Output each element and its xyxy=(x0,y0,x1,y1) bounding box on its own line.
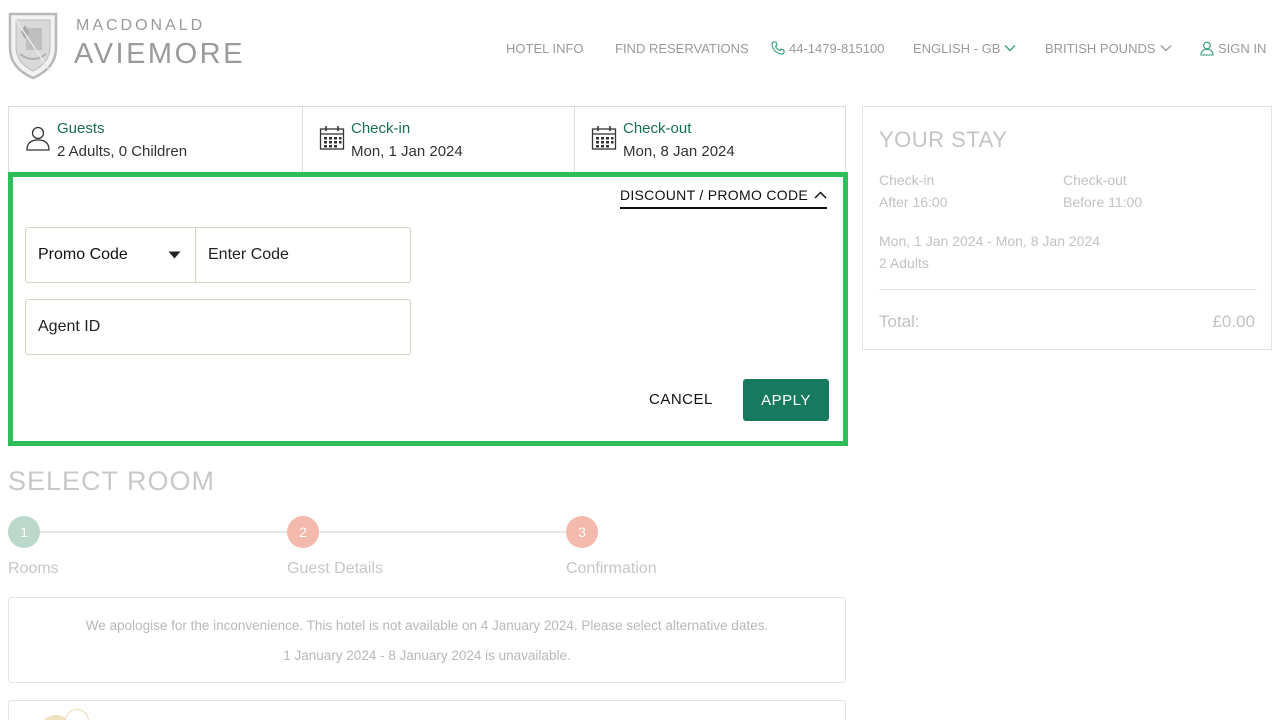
guests-selector[interactable]: Guests 2 Adults, 0 Children xyxy=(9,107,303,172)
cancel-button[interactable]: CANCEL xyxy=(649,391,713,408)
stay-checkout-time: Before 11:00 xyxy=(1063,194,1143,210)
brand-name-small: MACDONALD xyxy=(76,17,206,34)
step-connector xyxy=(40,531,287,533)
nav-find-reservations[interactable]: FIND RESERVATIONS xyxy=(615,38,749,58)
your-stay-card: YOUR STAY Check-in After 16:00 Check-out… xyxy=(862,106,1272,350)
checkout-value: Mon, 8 Jan 2024 xyxy=(623,143,735,160)
stay-dates: Mon, 1 Jan 2024 - Mon, 8 Jan 2024 xyxy=(879,233,1101,249)
agent-id-input[interactable]: Agent ID xyxy=(25,299,411,355)
step-2-label: Guest Details xyxy=(287,560,384,577)
stay-total-label: Total: xyxy=(879,312,920,331)
agent-id-placeholder: Agent ID xyxy=(38,318,101,335)
promo-code-group: Promo Code Enter Code xyxy=(25,227,411,283)
stay-total-value: £0.00 xyxy=(1212,312,1255,331)
promo-code-toggle[interactable]: DISCOUNT / PROMO CODE xyxy=(619,187,827,209)
nav-currency-select[interactable]: BRITISH POUNDS xyxy=(1045,38,1172,58)
checkin-value: Mon, 1 Jan 2024 xyxy=(351,143,463,160)
notice-line-2: 1 January 2024 - 8 January 2024 is unava… xyxy=(283,648,571,663)
promo-code-toggle-label: DISCOUNT / PROMO CODE xyxy=(619,187,808,203)
user-icon xyxy=(26,126,50,151)
stay-divider xyxy=(879,289,1257,290)
site-header: MACDONALD AVIEMORE HOTEL INFO FIND RESER… xyxy=(0,0,1280,96)
stay-checkin-time: After 16:00 xyxy=(879,194,948,210)
nav-phone[interactable]: 44-1479-815100 xyxy=(771,38,884,58)
nav-language-label: ENGLISH - GB xyxy=(913,40,1001,56)
chevron-down-icon xyxy=(1004,45,1016,52)
nav-find-reservations-label: FIND RESERVATIONS xyxy=(615,40,749,56)
stay-guests: 2 Adults xyxy=(879,255,929,271)
nav-sign-in-label: SIGN IN xyxy=(1218,40,1267,56)
stay-checkout-label: Check-out xyxy=(1063,172,1127,188)
promo-code-input[interactable]: Enter Code xyxy=(196,228,410,282)
nav-sign-in[interactable]: SIGN IN xyxy=(1200,38,1266,58)
calendar-icon xyxy=(319,126,345,150)
step-3-label: Confirmation xyxy=(566,560,657,577)
code-type-select[interactable]: Promo Code xyxy=(26,228,196,282)
guests-label: Guests xyxy=(57,120,105,137)
calendar-icon xyxy=(591,126,617,150)
promo-code-panel: DISCOUNT / PROMO CODE Promo Code Enter C… xyxy=(8,172,848,446)
phone-icon xyxy=(771,41,785,55)
checkin-selector[interactable]: Check-in Mon, 1 Jan 2024 xyxy=(303,107,575,172)
availability-notice: We apologise for the inconvenience. This… xyxy=(8,597,846,683)
chevron-up-icon xyxy=(814,191,827,199)
nav-hotel-info-label: HOTEL INFO xyxy=(506,40,584,56)
step-3-circle: 3 xyxy=(566,516,598,548)
step-2-circle: 2 xyxy=(287,516,319,548)
booking-search-bar: Guests 2 Adults, 0 Children Check-in Mon… xyxy=(8,106,846,172)
brand-name-big: AVIEMORE xyxy=(74,38,245,70)
promo-code-placeholder: Enter Code xyxy=(208,246,289,263)
shield-logo-icon[interactable] xyxy=(6,10,60,80)
step-1-label: Rooms xyxy=(8,560,59,577)
checkin-label: Check-in xyxy=(351,120,411,137)
nav-language-select[interactable]: ENGLISH - GB xyxy=(913,38,1016,58)
notice-line-1: We apologise for the inconvenience. This… xyxy=(85,618,769,633)
user-icon xyxy=(1200,41,1214,56)
room-card xyxy=(8,700,846,720)
select-room-title: SELECT ROOM xyxy=(8,466,216,496)
nav-hotel-info[interactable]: HOTEL INFO xyxy=(506,38,584,58)
guests-value: 2 Adults, 0 Children xyxy=(57,143,188,160)
room-badge-icon xyxy=(65,709,89,720)
apply-button[interactable]: APPLY xyxy=(743,379,829,421)
code-type-value: Promo Code xyxy=(38,246,128,263)
your-stay-title: YOUR STAY xyxy=(879,127,1008,152)
nav-currency-label: BRITISH POUNDS xyxy=(1045,40,1156,56)
checkout-selector[interactable]: Check-out Mon, 8 Jan 2024 xyxy=(575,107,845,172)
nav-phone-label: 44-1479-815100 xyxy=(789,40,885,56)
caret-down-icon xyxy=(168,251,181,259)
stay-checkin-label: Check-in xyxy=(879,172,935,188)
step-connector xyxy=(319,531,566,533)
chevron-down-icon xyxy=(1160,45,1171,52)
checkout-label: Check-out xyxy=(623,120,692,137)
step-1-circle: 1 xyxy=(8,516,40,548)
